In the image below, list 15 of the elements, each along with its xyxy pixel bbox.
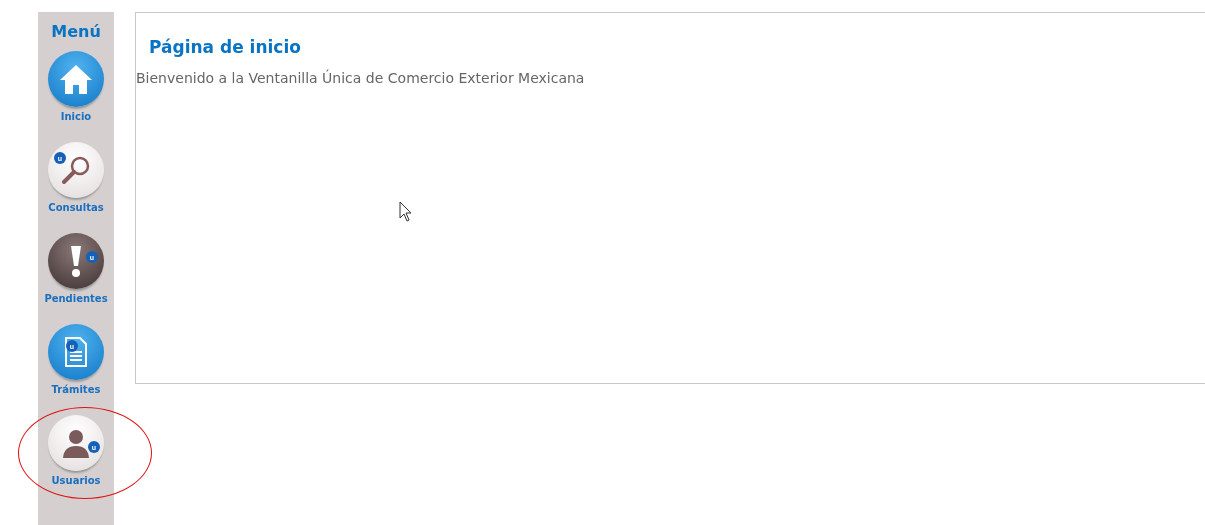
menu-label[interactable]: Inicio xyxy=(60,111,92,122)
menu-label[interactable]: Pendientes xyxy=(44,293,108,304)
menu-label[interactable]: Usuarios xyxy=(51,475,101,486)
menu-label[interactable]: Consultas xyxy=(48,202,104,213)
menu-label[interactable]: Trámites xyxy=(51,384,101,395)
person-icon xyxy=(61,428,91,458)
menu-button[interactable] xyxy=(48,51,104,107)
magnifier-icon xyxy=(60,154,92,186)
welcome-text: Bienvenido a la Ventanilla Única de Comercio Exterior Mexicana xyxy=(136,70,586,86)
page-title: Página de inicio xyxy=(149,37,302,57)
cursor-icon xyxy=(399,201,413,223)
menu-title: Menú xyxy=(51,22,101,41)
document-icon xyxy=(64,337,88,367)
home-icon xyxy=(59,63,93,95)
exclamation-icon xyxy=(69,244,83,278)
